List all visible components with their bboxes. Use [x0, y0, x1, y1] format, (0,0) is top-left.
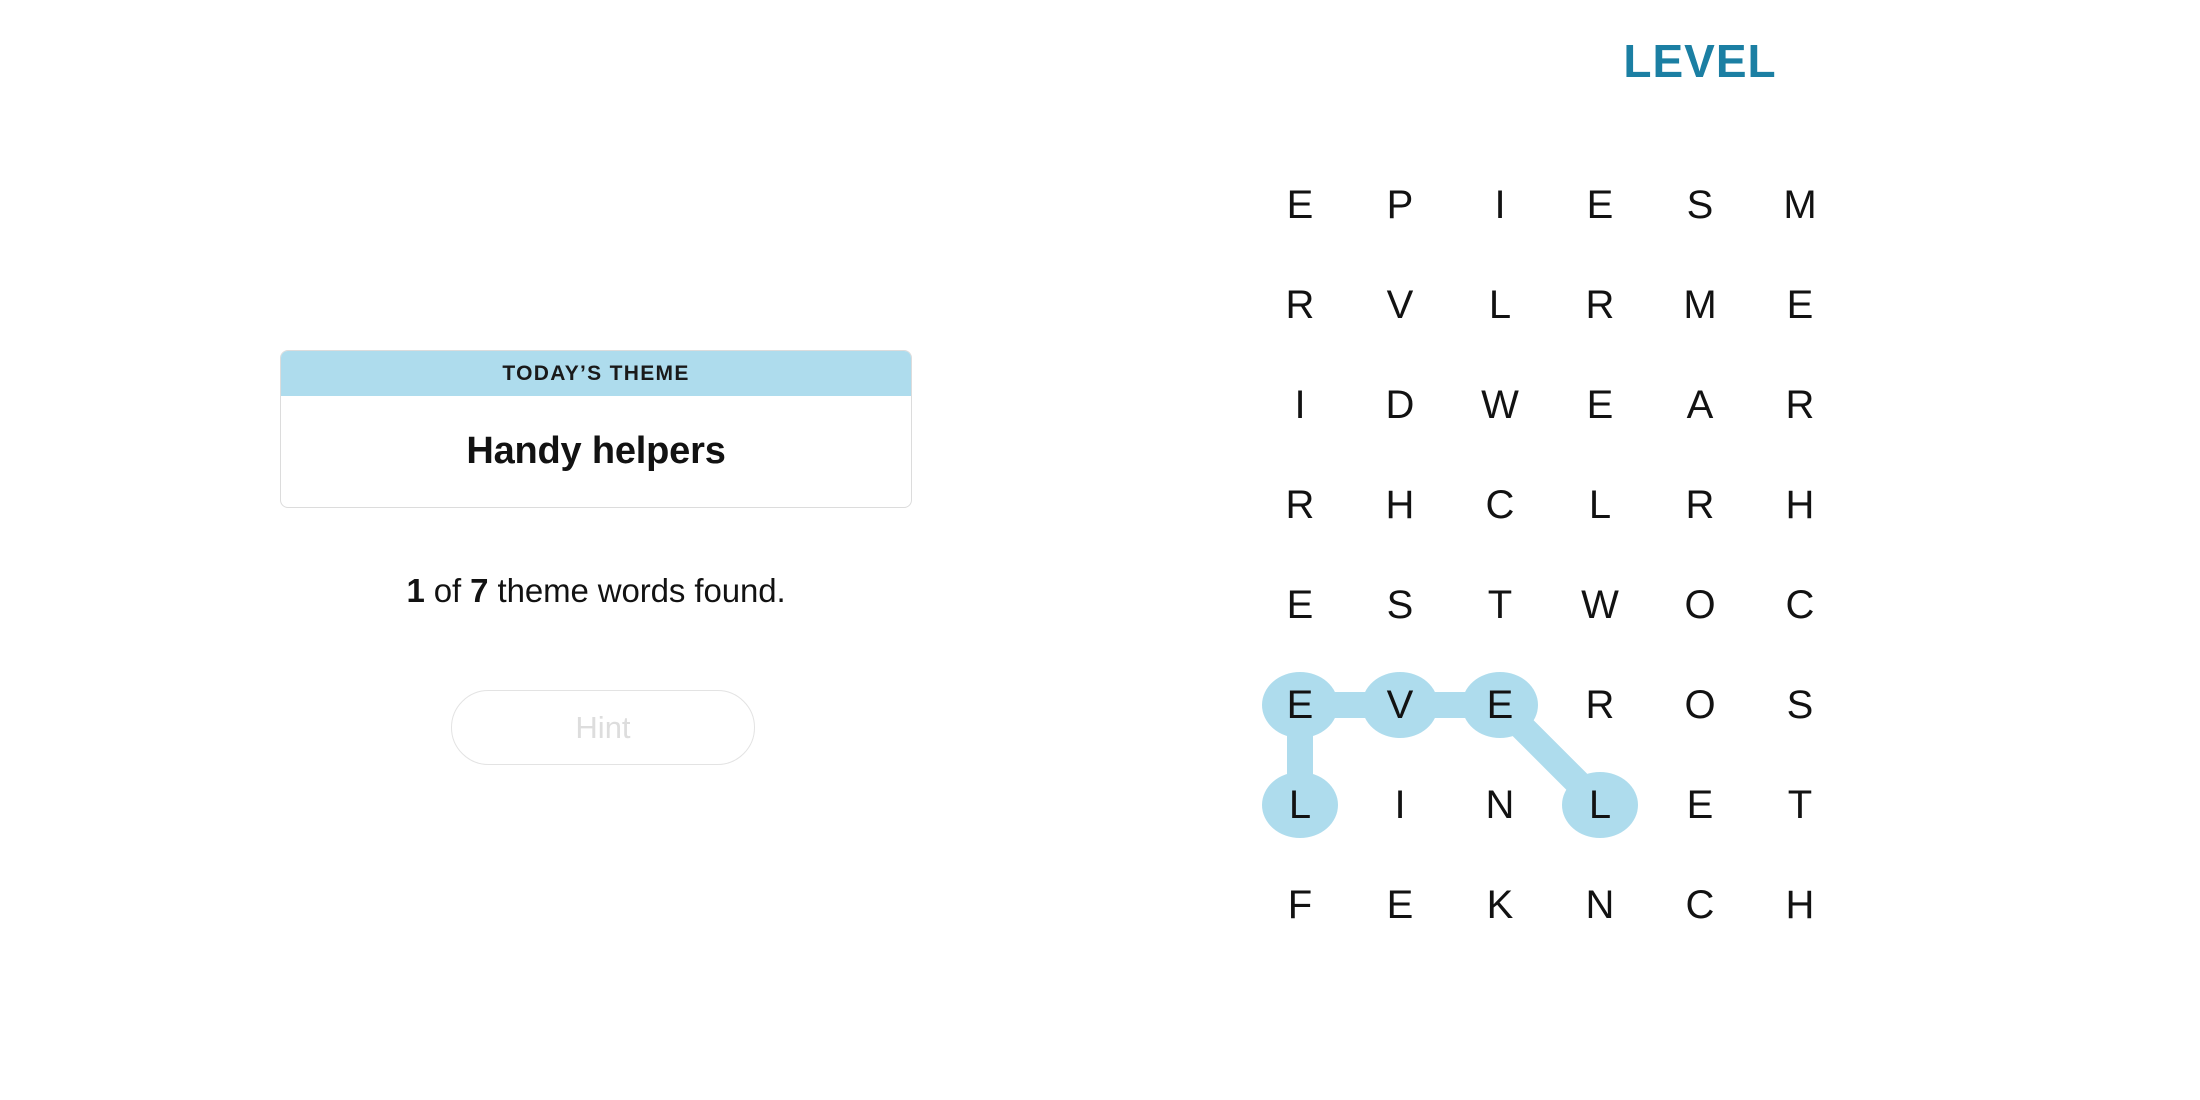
todays-theme-card: TODAY’S THEME Handy helpers	[280, 350, 912, 508]
grid-letter-cell[interactable]: K	[1450, 855, 1550, 955]
grid-letter-cell[interactable]: R	[1550, 655, 1650, 755]
grid-letter-cell[interactable]: E	[1550, 355, 1650, 455]
grid-letter-cell[interactable]: L	[1450, 255, 1550, 355]
page-title: LEVEL	[1623, 35, 1777, 87]
grid-letter-cell[interactable]: S	[1350, 555, 1450, 655]
left-panel: TODAY’S THEME Handy helpers 1 of 7 theme…	[0, 0, 1200, 1100]
grid-letter-cell[interactable]: I	[1250, 355, 1350, 455]
grid-letter-cell[interactable]: C	[1650, 855, 1750, 955]
grid-letter-cell[interactable]: H	[1750, 855, 1850, 955]
grid-letter-cell[interactable]: O	[1650, 655, 1750, 755]
grid-letter-cell[interactable]: R	[1250, 455, 1350, 555]
theme-card-body: Handy helpers	[281, 396, 911, 507]
grid-letter-cell[interactable]: E	[1650, 755, 1750, 855]
word-search-grid[interactable]: EPIESMRVLRMEIDWEARRHCLRHESTWOCEVEROSLINL…	[1250, 155, 1950, 927]
grid-letter-cell[interactable]: C	[1450, 455, 1550, 555]
progress-of-label: of	[424, 572, 471, 609]
grid-letter-cell[interactable]: O	[1650, 555, 1750, 655]
grid-letter-cell[interactable]: R	[1650, 455, 1750, 555]
grid-letter-cell[interactable]: P	[1350, 155, 1450, 255]
grid-letter-cell[interactable]: W	[1450, 355, 1550, 455]
theme-card-header: TODAY’S THEME	[281, 351, 911, 396]
grid-letter-cell[interactable]: H	[1350, 455, 1450, 555]
grid-letter-cell[interactable]: E	[1250, 555, 1350, 655]
grid-letter-cell[interactable]: W	[1550, 555, 1650, 655]
right-panel: LEVEL EPIESMRVLRMEIDWEARRHCLRHESTWOCEVER…	[1200, 0, 2200, 1100]
grid-letter-cell[interactable]: I	[1450, 155, 1550, 255]
hint-button-label: Hint	[575, 709, 631, 745]
progress-total-count: 7	[470, 572, 489, 609]
grid-letter-cell[interactable]: R	[1750, 355, 1850, 455]
grid-letter-cell[interactable]: D	[1350, 355, 1450, 455]
grid-letter-cell[interactable]: N	[1450, 755, 1550, 855]
grid-letter-cell[interactable]: E	[1250, 155, 1350, 255]
grid-letter-cell[interactable]: F	[1250, 855, 1350, 955]
grid-letter-cell[interactable]: L	[1550, 455, 1650, 555]
grid-letter-cell[interactable]: E	[1350, 855, 1450, 955]
grid-letter-cell[interactable]: E	[1450, 655, 1550, 755]
grid-letter-cell[interactable]: E	[1250, 655, 1350, 755]
grid-letter-cell[interactable]: L	[1550, 755, 1650, 855]
theme-title: Handy helpers	[466, 430, 726, 472]
grid-letter-cell[interactable]: T	[1750, 755, 1850, 855]
grid-letter-cell[interactable]: V	[1350, 655, 1450, 755]
progress-suffix: theme words found.	[488, 572, 786, 609]
grid-letter-cell[interactable]: A	[1650, 355, 1750, 455]
grid-letter-cell[interactable]: R	[1250, 255, 1350, 355]
hint-button[interactable]: Hint	[451, 690, 755, 765]
letter-layer: EPIESMRVLRMEIDWEARRHCLRHESTWOCEVEROSLINL…	[1250, 155, 1950, 927]
grid-letter-cell[interactable]: S	[1750, 655, 1850, 755]
progress-found-count: 1	[406, 572, 425, 609]
grid-letter-cell[interactable]: E	[1550, 155, 1650, 255]
grid-letter-cell[interactable]: I	[1350, 755, 1450, 855]
grid-letter-cell[interactable]: C	[1750, 555, 1850, 655]
grid-letter-cell[interactable]: L	[1250, 755, 1350, 855]
theme-card-header-label: TODAY’S THEME	[502, 361, 690, 385]
grid-letter-cell[interactable]: N	[1550, 855, 1650, 955]
grid-letter-cell[interactable]: E	[1750, 255, 1850, 355]
theme-words-progress: 1 of 7 theme words found.	[280, 572, 912, 610]
grid-letter-cell[interactable]: S	[1650, 155, 1750, 255]
grid-letter-cell[interactable]: V	[1350, 255, 1450, 355]
grid-letter-cell[interactable]: H	[1750, 455, 1850, 555]
grid-letter-cell[interactable]: T	[1450, 555, 1550, 655]
grid-letter-cell[interactable]: R	[1550, 255, 1650, 355]
grid-letter-cell[interactable]: M	[1750, 155, 1850, 255]
grid-letter-cell[interactable]: M	[1650, 255, 1750, 355]
